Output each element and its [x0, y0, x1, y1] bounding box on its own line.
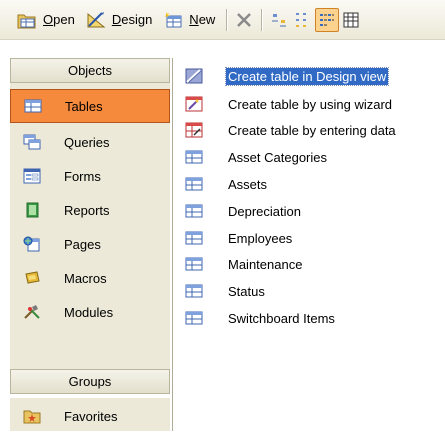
objects-header-label: Objects	[67, 63, 113, 78]
object-item-label: Tables	[65, 98, 103, 114]
open-table-icon	[15, 8, 39, 32]
macro-icon	[22, 268, 42, 288]
page-icon	[22, 234, 42, 254]
object-item-modules[interactable]: Modules	[10, 295, 170, 329]
list-item-label: Switchboard Items	[228, 310, 335, 326]
list-item-label: Create table by entering data	[228, 122, 396, 138]
toolbar-separator	[226, 8, 228, 31]
module-icon	[22, 302, 42, 322]
object-item-label: Queries	[64, 134, 110, 150]
object-list: Create table in Design view Create table…	[180, 58, 445, 431]
groups-header[interactable]: Groups	[10, 369, 170, 394]
new-table-icon	[161, 8, 185, 32]
object-item-label: Macros	[64, 270, 107, 286]
design-button[interactable]: Design	[81, 7, 155, 33]
groups-header-label: Groups	[68, 374, 112, 389]
table-icon	[184, 254, 204, 274]
list-item[interactable]: Depreciation	[180, 199, 445, 223]
design-ruler-icon	[84, 8, 108, 32]
list-item[interactable]: Create table in Design view	[180, 64, 445, 88]
list-item-label: Maintenance	[228, 256, 303, 272]
group-item-label: Favorites	[64, 408, 118, 424]
table-icon	[184, 281, 204, 301]
large-icons-view-icon[interactable]	[267, 8, 291, 32]
form-icon	[22, 166, 42, 186]
object-item-reports[interactable]: Reports	[10, 193, 170, 227]
list-item[interactable]: Assets	[180, 172, 445, 196]
datasheet-icon	[184, 120, 204, 140]
list-item-label: Create table by using wizard	[228, 96, 393, 112]
report-icon	[22, 200, 42, 220]
toolbar-separator	[261, 8, 263, 31]
object-item-pages[interactable]: Pages	[10, 227, 170, 261]
objects-bar: Objects Tables Queries Forms Reports Pag…	[0, 58, 173, 431]
list-view-icon[interactable]	[315, 7, 340, 32]
group-item-favorites[interactable]: Favorites	[10, 399, 170, 433]
object-item-label: Forms	[64, 168, 101, 184]
design-label-rest: esign	[121, 12, 153, 27]
favorites-icon	[22, 406, 42, 426]
table-icon	[184, 308, 204, 328]
open-label-rest: pen	[53, 12, 75, 27]
object-item-label: Modules	[64, 304, 114, 320]
new-label-rest: ew	[198, 12, 216, 27]
list-item-label: Depreciation	[228, 203, 301, 219]
table-icon	[184, 174, 204, 194]
open-label: Open	[43, 12, 75, 27]
list-item-label: Employees	[228, 230, 293, 246]
object-item-forms[interactable]: Forms	[10, 159, 170, 193]
details-view-icon[interactable]	[339, 8, 363, 32]
list-item-label: Assets	[228, 176, 268, 192]
table-icon	[184, 228, 204, 248]
objects-header[interactable]: Objects	[10, 58, 170, 83]
query-icon	[22, 132, 42, 152]
object-item-tables[interactable]: Tables	[10, 89, 170, 123]
list-item[interactable]: Create table by using wizard	[180, 92, 445, 116]
list-item[interactable]: Create table by entering data	[180, 118, 445, 142]
list-item-label: Status	[228, 283, 265, 299]
object-item-macros[interactable]: Macros	[10, 261, 170, 295]
design-label: Design	[111, 12, 153, 27]
wizard-icon	[184, 94, 204, 114]
list-item[interactable]: Switchboard Items	[180, 306, 445, 330]
object-item-label: Pages	[64, 236, 101, 252]
database-toolbar: Open Design New	[0, 0, 445, 40]
list-item[interactable]: Status	[180, 279, 445, 303]
new-label: New	[189, 12, 216, 27]
list-item[interactable]: Employees	[180, 226, 445, 250]
delete-icon[interactable]	[232, 8, 256, 32]
open-button[interactable]: Open	[12, 7, 78, 33]
object-item-queries[interactable]: Queries	[10, 125, 170, 159]
table-icon	[23, 96, 43, 116]
table-icon	[184, 201, 204, 221]
new-button[interactable]: New	[158, 7, 218, 33]
list-item[interactable]: Asset Categories	[180, 145, 445, 169]
small-icons-view-icon[interactable]	[291, 8, 315, 32]
list-item-label: Create table in Design view	[224, 66, 390, 86]
list-item-label: Asset Categories	[228, 149, 327, 165]
list-item[interactable]: Maintenance	[180, 252, 445, 276]
design-view-icon	[184, 66, 204, 86]
object-item-label: Reports	[64, 202, 110, 218]
table-icon	[184, 147, 204, 167]
